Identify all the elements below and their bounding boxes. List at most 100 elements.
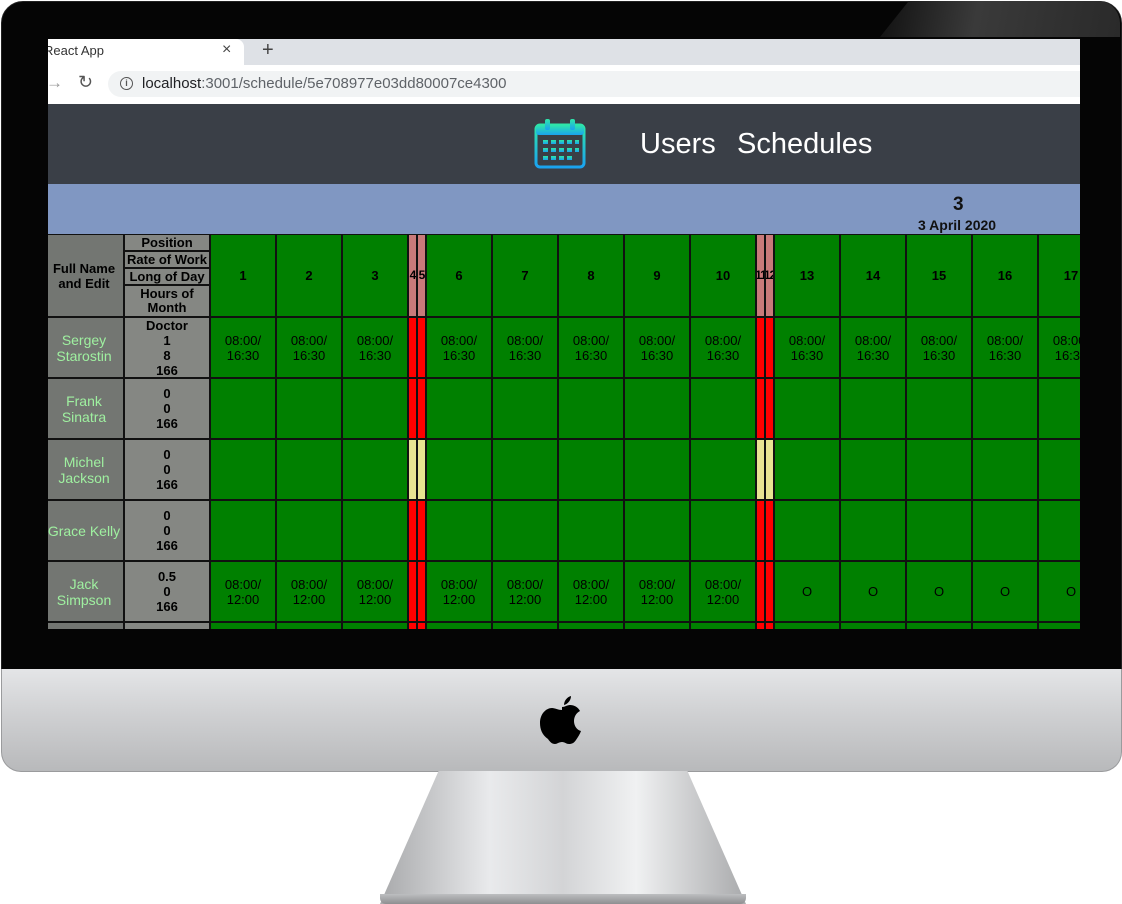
- employee-name-link[interactable]: Grace Kelly: [48, 500, 124, 561]
- schedule-cell[interactable]: [276, 500, 342, 561]
- schedule-cell[interactable]: [492, 500, 558, 561]
- schedule-cell[interactable]: [408, 439, 417, 500]
- schedule-cell[interactable]: 08:00/ 16:30: [1038, 317, 1080, 378]
- schedule-cell[interactable]: 08:00/ 12:00: [558, 561, 624, 622]
- schedule-cell[interactable]: 08:00/ 12:00: [690, 561, 756, 622]
- schedule-cell[interactable]: [840, 378, 906, 439]
- schedule-cell[interactable]: [342, 439, 408, 500]
- schedule-cell[interactable]: 08:00/ 16:30: [342, 317, 408, 378]
- schedule-cell[interactable]: [276, 622, 342, 629]
- schedule-cell[interactable]: [492, 622, 558, 629]
- nav-schedules-link[interactable]: Schedules: [737, 128, 872, 161]
- schedule-cell[interactable]: [417, 561, 426, 622]
- schedule-cell[interactable]: [972, 439, 1038, 500]
- schedule-cell[interactable]: [1038, 500, 1080, 561]
- close-icon[interactable]: ×: [222, 41, 231, 59]
- schedule-cell[interactable]: [417, 439, 426, 500]
- schedule-cell[interactable]: [210, 378, 276, 439]
- schedule-cell[interactable]: 08:00/ 16:30: [426, 317, 492, 378]
- schedule-cell[interactable]: [558, 622, 624, 629]
- schedule-cell[interactable]: 08:00/ 16:30: [276, 317, 342, 378]
- schedule-cell[interactable]: [624, 439, 690, 500]
- schedule-cell[interactable]: O: [840, 561, 906, 622]
- schedule-cell[interactable]: O: [972, 561, 1038, 622]
- schedule-cell[interactable]: [417, 500, 426, 561]
- schedule-cell[interactable]: [840, 622, 906, 629]
- schedule-cell[interactable]: 08:00/ 12:00: [492, 561, 558, 622]
- schedule-cell[interactable]: [408, 622, 417, 629]
- schedule-cell[interactable]: [690, 378, 756, 439]
- schedule-cell[interactable]: [690, 622, 756, 629]
- schedule-cell[interactable]: 08:00/ 12:00: [276, 561, 342, 622]
- schedule-cell[interactable]: [972, 378, 1038, 439]
- schedule-cell[interactable]: [756, 317, 765, 378]
- employee-name-link[interactable]: Michel Jackson: [48, 439, 124, 500]
- schedule-cell[interactable]: [756, 622, 765, 629]
- schedule-cell[interactable]: [756, 500, 765, 561]
- schedule-cell[interactable]: O: [906, 561, 972, 622]
- schedule-cell[interactable]: [426, 622, 492, 629]
- schedule-cell[interactable]: O: [774, 561, 840, 622]
- schedule-cell[interactable]: [765, 439, 774, 500]
- schedule-cell[interactable]: [906, 378, 972, 439]
- schedule-cell[interactable]: 08:00/ 16:30: [840, 317, 906, 378]
- schedule-cell[interactable]: [756, 439, 765, 500]
- schedule-cell[interactable]: [276, 378, 342, 439]
- schedule-cell[interactable]: 08:00/ 12:00: [342, 561, 408, 622]
- schedule-cell[interactable]: [765, 317, 774, 378]
- schedule-cell[interactable]: [840, 500, 906, 561]
- browser-tab[interactable]: React App ×: [48, 39, 244, 65]
- reload-icon[interactable]: ↻: [78, 72, 93, 93]
- schedule-cell[interactable]: [624, 622, 690, 629]
- schedule-cell[interactable]: [906, 622, 972, 629]
- schedule-cell[interactable]: [1038, 622, 1080, 629]
- schedule-cell[interactable]: [765, 561, 774, 622]
- schedule-cell[interactable]: [492, 439, 558, 500]
- schedule-cell[interactable]: [765, 378, 774, 439]
- schedule-cell[interactable]: [408, 378, 417, 439]
- schedule-cell[interactable]: [972, 500, 1038, 561]
- schedule-cell[interactable]: [774, 622, 840, 629]
- schedule-cell[interactable]: 08:00/ 16:30: [624, 317, 690, 378]
- schedule-cell[interactable]: [342, 378, 408, 439]
- schedule-cell[interactable]: [417, 378, 426, 439]
- schedule-cell[interactable]: [558, 439, 624, 500]
- schedule-cell[interactable]: 08:00/ 12:00: [624, 561, 690, 622]
- schedule-cell[interactable]: [1038, 439, 1080, 500]
- schedule-cell[interactable]: [690, 439, 756, 500]
- schedule-cell[interactable]: [408, 500, 417, 561]
- schedule-cell[interactable]: [426, 500, 492, 561]
- schedule-cell[interactable]: [408, 317, 417, 378]
- schedule-cell[interactable]: [690, 500, 756, 561]
- schedule-cell[interactable]: [1038, 378, 1080, 439]
- calendar-icon[interactable]: [534, 118, 586, 170]
- employee-name-link[interactable]: [48, 622, 124, 629]
- schedule-cell[interactable]: 08:00/ 16:30: [906, 317, 972, 378]
- schedule-cell[interactable]: 08:00/ 16:30: [972, 317, 1038, 378]
- schedule-cell[interactable]: [756, 378, 765, 439]
- schedule-cell[interactable]: 08:00/ 16:30: [774, 317, 840, 378]
- schedule-cell[interactable]: [840, 439, 906, 500]
- schedule-cell[interactable]: [342, 622, 408, 629]
- employee-name-link[interactable]: Jack Simpson: [48, 561, 124, 622]
- schedule-cell[interactable]: [765, 622, 774, 629]
- schedule-cell[interactable]: [906, 439, 972, 500]
- schedule-cell[interactable]: [408, 561, 417, 622]
- new-tab-icon[interactable]: +: [262, 39, 274, 62]
- schedule-cell[interactable]: 08:00/ 16:30: [492, 317, 558, 378]
- schedule-cell[interactable]: [426, 439, 492, 500]
- schedule-cell[interactable]: [276, 439, 342, 500]
- address-bar[interactable]: i localhost:3001/schedule/5e708977e03dd8…: [108, 71, 1080, 97]
- schedule-cell[interactable]: 08:00/ 16:30: [210, 317, 276, 378]
- schedule-cell[interactable]: [558, 500, 624, 561]
- employee-name-link[interactable]: Sergey Starostin: [48, 317, 124, 378]
- schedule-cell[interactable]: [972, 622, 1038, 629]
- forward-arrow-icon[interactable]: →: [48, 73, 63, 93]
- schedule-cell[interactable]: [774, 500, 840, 561]
- schedule-cell[interactable]: [417, 622, 426, 629]
- schedule-cell[interactable]: [342, 500, 408, 561]
- schedule-cell[interactable]: [210, 439, 276, 500]
- schedule-cell[interactable]: [774, 378, 840, 439]
- schedule-cell[interactable]: 08:00/ 12:00: [426, 561, 492, 622]
- schedule-cell[interactable]: [765, 500, 774, 561]
